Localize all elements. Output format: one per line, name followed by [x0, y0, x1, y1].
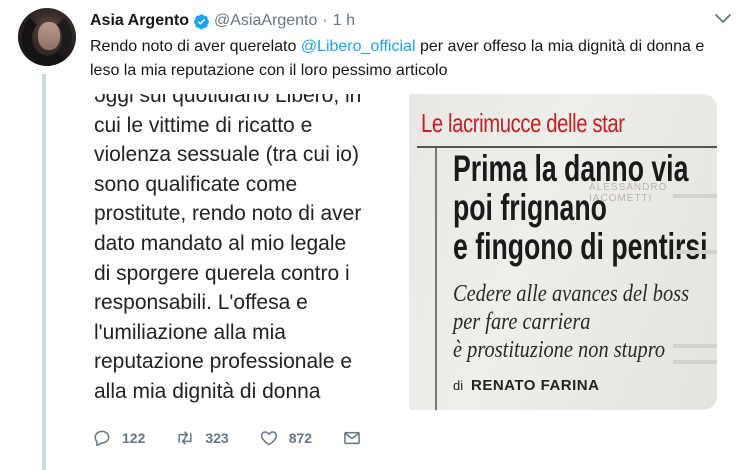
headline-line: Prima la danno via — [453, 148, 689, 189]
statement-line: l'umiliazione alla mia — [94, 320, 286, 344]
tweet-header: Asia Argento @AsiaArgento · 1 h — [90, 10, 712, 32]
user-handle[interactable]: @AsiaArgento — [214, 12, 317, 30]
headline-line: poi frignano — [453, 187, 607, 228]
like-count: 872 — [288, 430, 313, 446]
statement-line: sono qualificate come — [94, 172, 298, 196]
tweet-text-start: Rendo noto di aver querelato — [90, 38, 301, 55]
newspaper-subheadline: Cedere alle avances del boss per fare car… — [453, 280, 689, 364]
mention-link[interactable]: @Libero_official — [301, 38, 416, 55]
headline-line: e fingono di pentirsi — [453, 226, 708, 267]
newspaper-author-prefix: di — [453, 378, 464, 393]
newspaper-column-rule — [435, 148, 437, 410]
subheadline-line: per fare carriera — [453, 309, 591, 335]
statement-line: violenza sessuale (tra cui io) — [94, 143, 359, 167]
direct-message-button[interactable] — [342, 428, 372, 448]
statement-line: prostitute, rendo noto di aver — [94, 202, 362, 226]
statement-line: sono troppo gravi per essere — [94, 407, 361, 411]
retweet-button[interactable]: 323 — [175, 428, 229, 448]
reply-button[interactable]: 122 — [92, 428, 145, 448]
media-image-statement[interactable]: oggi sul quotidiano Libero, in cui le vit… — [90, 94, 406, 410]
like-button[interactable]: 872 — [259, 428, 312, 448]
display-name[interactable]: Asia Argento — [90, 12, 189, 30]
subheadline-line: è prostituzione non stupro — [453, 337, 666, 363]
statement-line: dato mandato al mio legale — [94, 231, 347, 255]
retweet-icon — [178, 431, 192, 445]
retweet-count: 323 — [205, 430, 229, 446]
separator-dot: · — [322, 12, 328, 29]
chevron-down-icon[interactable] — [714, 12, 732, 26]
verified-badge-icon — [194, 13, 209, 29]
timestamp[interactable]: 1 h — [333, 12, 355, 30]
like-icon — [260, 431, 277, 446]
statement-line: alla mia dignità di donna — [94, 379, 321, 403]
subheadline-line: Cedere alle avances del boss — [453, 281, 690, 307]
tweet-text: Rendo noto di aver querelato @Libero_off… — [90, 35, 730, 83]
thread-line — [42, 74, 46, 470]
newspaper-author: RENATO FARINA — [471, 377, 600, 394]
reply-count: 122 — [122, 430, 146, 446]
media-image-newspaper[interactable]: Le lacrimucce delle star ALESSANDRO IACO… — [409, 94, 717, 410]
newspaper-kicker: Le lacrimucce delle star — [421, 108, 625, 138]
statement-line: oggi sul quotidiano Libero, in — [94, 94, 362, 107]
media-grid: oggi sul quotidiano Libero, in cui le vit… — [90, 94, 717, 410]
avatar[interactable] — [18, 8, 76, 66]
tweet-actions: 122 323 872 — [92, 428, 402, 448]
statement-line: cui le vittime di ricatto e — [94, 113, 313, 137]
reply-icon — [94, 430, 110, 447]
direct-message-icon — [344, 431, 360, 445]
statement-line: di sporgere querela contro i — [94, 261, 350, 285]
statement-text: oggi sul quotidiano Libero, in cui le vit… — [94, 94, 361, 410]
newspaper-headline: Prima la danno via poi frignano e fingono … — [453, 149, 708, 266]
statement-line: reputazione professionale e — [94, 350, 353, 374]
statement-line: responsabili. L'offesa e — [94, 291, 308, 315]
